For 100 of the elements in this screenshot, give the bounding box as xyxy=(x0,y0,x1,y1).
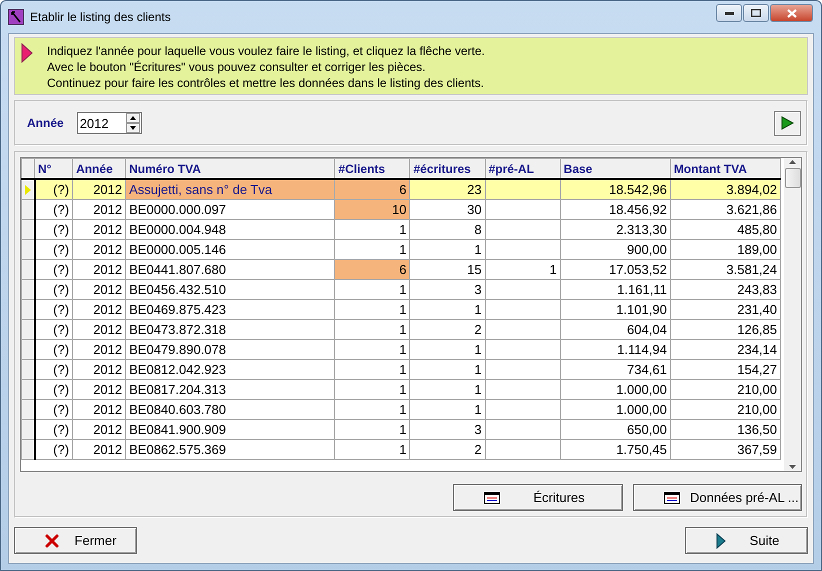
column-header[interactable]: Numéro TVA xyxy=(126,158,335,179)
vat-number-cell: BE0000.005.146 xyxy=(126,240,335,260)
next-button[interactable]: Suite xyxy=(685,527,808,554)
year-cell: 2012 xyxy=(72,440,126,460)
clients-cell: 1 xyxy=(334,420,410,440)
clients-cell: 6 xyxy=(334,260,410,280)
year-cell: 2012 xyxy=(72,300,126,320)
number-cell: (?) xyxy=(34,300,73,320)
vat-number-cell: BE0817.204.313 xyxy=(126,380,335,400)
info-line: Avec le bouton "Écritures" vous pouvez consulter et corriger les pièces. xyxy=(47,60,426,74)
vat-amount-cell: 3.621,86 xyxy=(670,200,780,220)
year-cell: 2012 xyxy=(72,200,126,220)
clients-cell: 10 xyxy=(334,200,410,220)
base-cell: 2.313,30 xyxy=(560,220,670,240)
number-cell: (?) xyxy=(34,179,73,200)
go-button[interactable] xyxy=(774,110,801,136)
vat-amount-cell: 3.581,24 xyxy=(670,260,780,280)
column-header[interactable]: N° xyxy=(34,158,73,179)
number-cell: (?) xyxy=(34,280,73,300)
year-cell: 2012 xyxy=(72,260,126,280)
current-row-icon xyxy=(25,184,31,194)
vat-amount-cell: 136,50 xyxy=(670,420,780,440)
entries-cell: 2 xyxy=(410,440,486,460)
entries-cell: 30 xyxy=(410,200,486,220)
base-cell: 1.750,45 xyxy=(560,440,670,460)
base-cell: 1.114,94 xyxy=(560,340,670,360)
column-header[interactable]: #Clients xyxy=(334,158,410,179)
base-cell: 1.161,11 xyxy=(560,280,670,300)
vat-number-cell: BE0469.875.423 xyxy=(126,300,335,320)
year-cell: 2012 xyxy=(72,280,126,300)
scrollbar[interactable] xyxy=(784,158,801,471)
maximize-button[interactable] xyxy=(743,4,769,22)
scroll-thumb[interactable] xyxy=(784,168,800,188)
vat-amount-cell: 189,00 xyxy=(670,240,780,260)
play-icon xyxy=(716,532,726,548)
grid-action-button[interactable]: Écritures xyxy=(453,484,623,511)
vat-amount-cell: 367,59 xyxy=(670,440,780,460)
vat-number-cell: BE0000.000.097 xyxy=(126,200,335,220)
minimize-button[interactable] xyxy=(716,4,742,22)
year-cell: 2012 xyxy=(72,420,126,440)
year-cell: 2012 xyxy=(72,360,126,380)
grid-action-button[interactable]: Données pré-AL ... xyxy=(633,484,802,511)
scroll-up-icon xyxy=(789,160,796,164)
vat-number-cell: Assujetti, sans n° de Tva xyxy=(126,179,335,200)
base-cell: 18.456,92 xyxy=(560,200,670,220)
vat-amount-cell: 485,80 xyxy=(670,220,780,240)
clients-cell: 1 xyxy=(334,340,410,360)
number-cell: (?) xyxy=(34,200,73,220)
maximize-icon xyxy=(751,9,761,17)
number-cell: (?) xyxy=(34,400,73,420)
window-icon xyxy=(484,492,500,504)
close-icon xyxy=(786,8,796,18)
year-cell: 2012 xyxy=(72,179,126,200)
base-cell: 734,61 xyxy=(560,360,670,380)
close-dialog-button[interactable]: Fermer xyxy=(14,527,137,554)
pre-al-cell: 1 xyxy=(485,260,560,280)
column-header[interactable]: Base xyxy=(560,158,670,179)
base-cell: 900,00 xyxy=(560,240,670,260)
app-icon xyxy=(8,9,24,25)
column-header[interactable]: #écritures xyxy=(410,158,486,179)
entries-cell: 23 xyxy=(410,179,486,200)
vat-amount-cell: 231,40 xyxy=(670,300,780,320)
column-header[interactable]: Montant TVA xyxy=(670,158,780,179)
entries-cell: 8 xyxy=(410,220,486,240)
base-cell: 18.542,96 xyxy=(560,179,670,200)
year-cell: 2012 xyxy=(72,240,126,260)
year-cell: 2012 xyxy=(72,380,126,400)
number-cell: (?) xyxy=(34,320,73,340)
vat-amount-cell: 210,00 xyxy=(670,380,780,400)
entries-cell: 1 xyxy=(410,400,486,420)
clients-cell: 1 xyxy=(334,360,410,380)
column-header[interactable]: Année xyxy=(72,158,126,179)
number-cell: (?) xyxy=(34,240,73,260)
entries-cell: 3 xyxy=(410,420,486,440)
clients-cell: 1 xyxy=(334,400,410,420)
clients-cell: 1 xyxy=(334,220,410,240)
year-cell: 2012 xyxy=(72,400,126,420)
number-cell: (?) xyxy=(34,220,73,240)
clients-cell: 1 xyxy=(334,280,410,300)
number-cell: (?) xyxy=(34,360,73,380)
year-cell: 2012 xyxy=(72,320,126,340)
entries-cell: 1 xyxy=(410,340,486,360)
number-cell: (?) xyxy=(34,260,73,280)
window-title: Etablir le listing des clients xyxy=(30,10,172,24)
vat-amount-cell: 210,00 xyxy=(670,400,780,420)
entries-cell: 15 xyxy=(410,260,486,280)
year-cell: 2012 xyxy=(72,220,126,240)
base-cell: 1.101,90 xyxy=(560,300,670,320)
year-cell: 2012 xyxy=(72,340,126,360)
info-line: Continuez pour faire les contrôles et mettre les données dans le listing des clients. xyxy=(47,76,485,90)
column-header[interactable]: #pré-AL xyxy=(485,158,560,179)
entries-cell: 3 xyxy=(410,280,486,300)
number-cell: (?) xyxy=(34,380,73,400)
vat-number-cell: BE0473.872.318 xyxy=(126,320,335,340)
info-line: Indiquez l'année pour laquelle vous voulez faire le listing, et cliquez la flêche verte. xyxy=(47,44,485,58)
vat-number-cell: BE0812.042.923 xyxy=(126,360,335,380)
vat-amount-cell: 3.894,02 xyxy=(670,179,780,200)
close-button[interactable] xyxy=(770,4,813,22)
vat-number-cell: BE0000.004.948 xyxy=(126,220,335,240)
clients-cell: 1 xyxy=(334,380,410,400)
